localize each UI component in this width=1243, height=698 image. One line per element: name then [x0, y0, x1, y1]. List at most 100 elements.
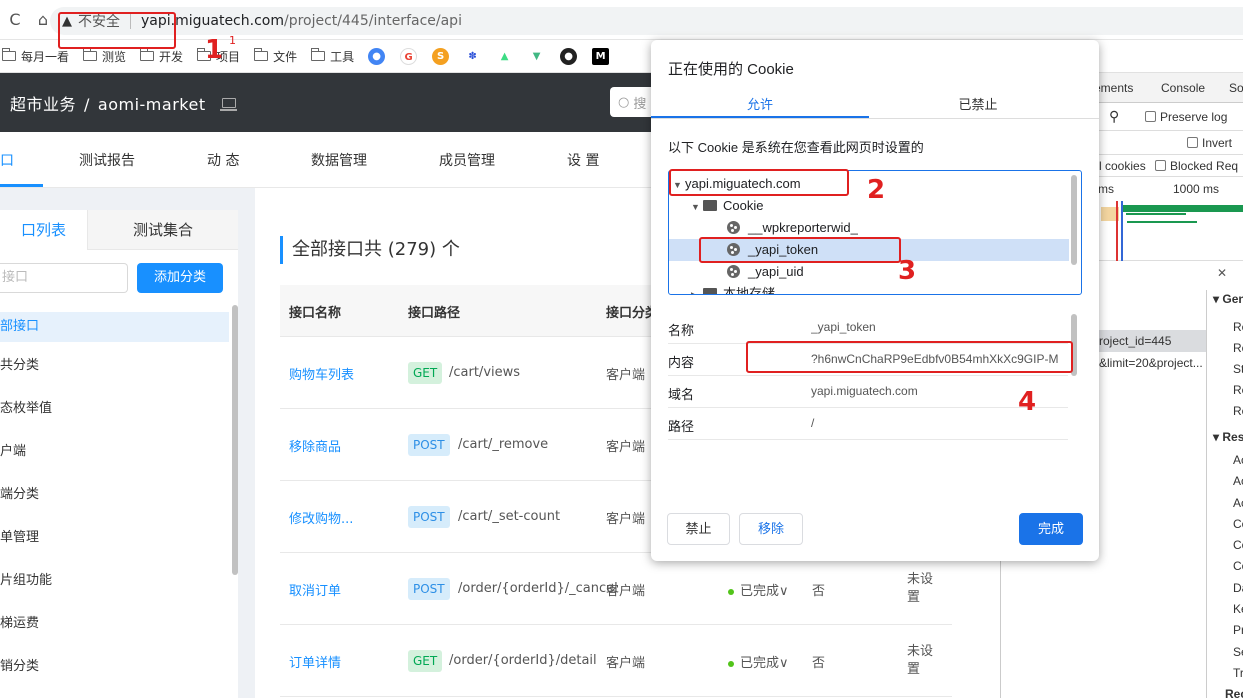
github-icon[interactable]: ●: [560, 47, 578, 65]
detail-row: 域名 yapi.miguatech.com: [668, 376, 1068, 408]
tab-elements[interactable]: ements: [1094, 81, 1133, 95]
annotation-box-token: [699, 237, 901, 263]
reload-icon[interactable]: C: [2, 10, 28, 29]
tab-settings[interactable]: 设 置: [567, 150, 599, 170]
dialog-description: 以下 Cookie 是系统在您查看此网页时设置的: [668, 140, 924, 155]
status-select[interactable]: 已完成∨: [728, 580, 789, 599]
category-item[interactable]: 片组功能: [0, 566, 229, 596]
interface-name-link[interactable]: 修改购物...: [289, 508, 353, 527]
tab-blocked[interactable]: 已禁止: [869, 94, 1087, 113]
timeline-tick: 1000 ms: [1173, 182, 1220, 196]
detail-row: 名称 _yapi_token: [668, 312, 1068, 344]
method-badge: POST: [408, 506, 450, 528]
search-icon[interactable]: ⚲: [1109, 108, 1119, 125]
request-row[interactable]: &limit=20&project...: [1099, 352, 1207, 374]
category-item[interactable]: 销分类: [0, 652, 229, 682]
url-path[interactable]: /project/445/interface/api: [284, 13, 462, 29]
folder-icon: [2, 48, 16, 61]
caret-down-icon: ▼: [691, 202, 700, 212]
folder-label: Cookie: [723, 198, 764, 213]
dialog-title: 正在使用的 Cookie: [668, 61, 794, 78]
bookmark-folder[interactable]: 工具: [311, 48, 354, 65]
tab-test-collection[interactable]: 测试集合: [88, 210, 238, 250]
status-select[interactable]: 已完成∨: [728, 652, 789, 671]
category-item[interactable]: 户端: [0, 437, 229, 467]
preserve-log-label: Preserve log: [1160, 110, 1228, 124]
laptop-icon[interactable]: [219, 97, 237, 111]
tab-console[interactable]: Console: [1161, 81, 1205, 95]
request-headers-section[interactable]: Rec: [1225, 687, 1243, 698]
method-badge: POST: [408, 434, 450, 456]
tab-member-management[interactable]: 成员管理: [439, 150, 495, 170]
m-icon[interactable]: M: [592, 47, 610, 65]
tree-cookie-item[interactable]: _yapi_uid: [669, 261, 1069, 283]
cookie-name: __wpkreporterwid_: [748, 220, 858, 235]
interface-path: /cart/views: [449, 365, 521, 380]
interface-search-input[interactable]: 接口: [0, 263, 128, 293]
bookmark-folder[interactable]: 测览: [83, 48, 126, 65]
remove-button[interactable]: 移除: [739, 513, 803, 545]
vue-icon[interactable]: ▼: [528, 47, 546, 65]
category-item[interactable]: 梯运费: [0, 609, 229, 639]
category-item[interactable]: 单管理: [0, 523, 229, 553]
add-category-button[interactable]: 添加分类: [137, 263, 223, 293]
url-field[interactable]: ▲ 不安全 yapi.miguatech.com/project/445/int…: [50, 7, 1243, 35]
header-key: Re: [1233, 320, 1243, 334]
tab-activity[interactable]: 动 态: [207, 150, 239, 170]
tab-test-report[interactable]: 测试报告: [79, 150, 135, 170]
paw-icon[interactable]: ✽: [464, 47, 482, 65]
s-icon[interactable]: S: [432, 47, 450, 65]
column-header[interactable]: 接口名称: [289, 302, 341, 321]
annotation-number: 2: [867, 175, 886, 205]
header-key: Re: [1233, 383, 1243, 397]
tree-local-storage[interactable]: ▶ 本地存储: [669, 283, 1069, 294]
google-icon[interactable]: G: [400, 47, 418, 65]
blocked-requests-checkbox[interactable]: Blocked Req: [1155, 159, 1238, 173]
invert-checkbox[interactable]: Invert: [1187, 136, 1232, 150]
android-icon[interactable]: ▲: [496, 47, 514, 65]
request-row[interactable]: roject_id=445: [1099, 330, 1207, 352]
header-key: Tr: [1233, 665, 1243, 680]
tab-sources[interactable]: So: [1229, 81, 1243, 95]
interface-name-link[interactable]: 取消订单: [289, 580, 341, 599]
cookies-filter-label[interactable]: l cookies: [1099, 159, 1146, 173]
project-title[interactable]: 超市业务 / aomi-market: [10, 91, 206, 115]
bookmark-folder[interactable]: 文件: [254, 48, 297, 65]
bookmark-folder[interactable]: 开发: [140, 48, 183, 65]
annotation-box-value: [746, 341, 1073, 373]
detail-value: /: [811, 416, 815, 430]
tree-scrollbar[interactable]: [1071, 175, 1077, 265]
category-item[interactable]: 共分类: [0, 351, 229, 381]
response-section-header[interactable]: ▾ Res: [1213, 430, 1243, 444]
detail-row: 路径 /: [668, 408, 1068, 440]
project-group-name: 超市业务: [10, 94, 77, 114]
tab-interface-list[interactable]: 口列表: [0, 210, 88, 250]
tab-allowed[interactable]: 允许: [651, 94, 869, 113]
preserve-log-checkbox[interactable]: Preserve log: [1145, 110, 1227, 124]
active-tab-indicator: [0, 184, 43, 187]
interface-name-link[interactable]: 购物车列表: [289, 364, 354, 383]
blocked-requests-label: Blocked Req: [1170, 159, 1239, 173]
bookmark-folder[interactable]: 每月一看: [2, 48, 69, 65]
tab-interface[interactable]: 口: [0, 150, 14, 170]
tab-data-management[interactable]: 数据管理: [311, 150, 367, 170]
checkbox-icon: [1187, 137, 1198, 148]
interface-name-link[interactable]: 移除商品: [289, 436, 341, 455]
load-marker: [1116, 201, 1118, 261]
close-icon[interactable]: ✕: [1217, 266, 1227, 280]
folder-icon: [83, 48, 98, 61]
done-button[interactable]: 完成: [1019, 513, 1083, 545]
column-header[interactable]: 接口路径: [408, 302, 460, 321]
header-search-input[interactable]: ○ 搜: [610, 87, 655, 117]
category-item[interactable]: 态枚举值: [0, 394, 229, 424]
general-section-header[interactable]: ▾ Gen: [1213, 292, 1243, 306]
search-icon: ○: [618, 94, 630, 110]
detail-label: 内容: [668, 355, 695, 370]
tree-cookie-item[interactable]: __wpkreporterwid_: [669, 217, 1069, 239]
block-button[interactable]: 禁止: [667, 513, 730, 545]
category-item[interactable]: 端分类: [0, 480, 229, 510]
sidebar-scrollbar[interactable]: [232, 305, 238, 575]
category-item[interactable]: 部接口: [0, 312, 229, 342]
interface-name-link[interactable]: 订单详情: [289, 652, 341, 671]
chrome-icon[interactable]: ●: [368, 47, 386, 65]
